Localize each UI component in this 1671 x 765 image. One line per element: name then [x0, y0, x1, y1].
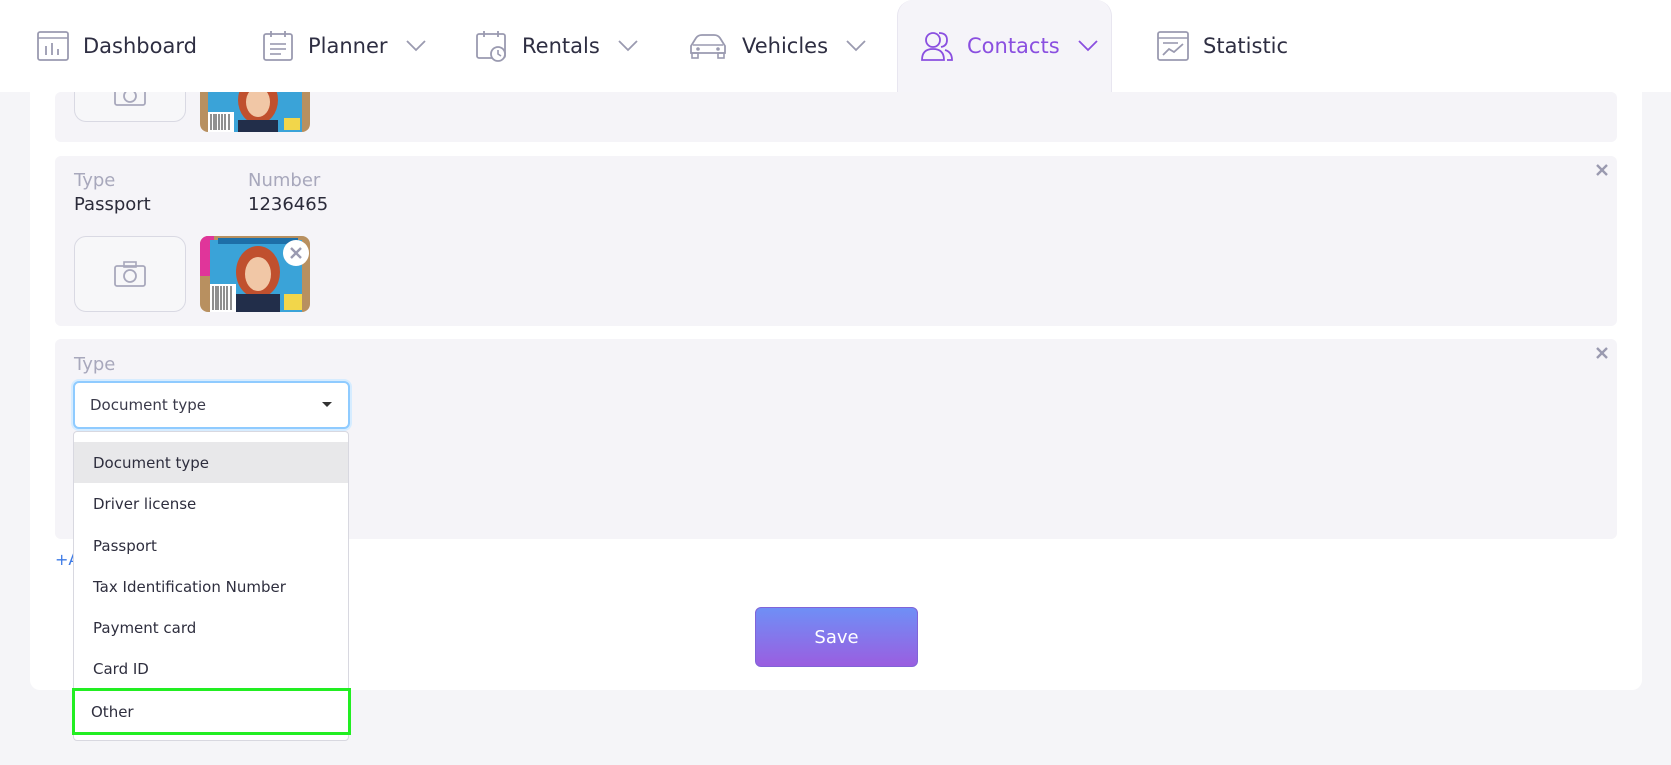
number-value: 1236465 — [248, 194, 329, 215]
nav-rentals[interactable]: Rentals — [475, 0, 638, 92]
option-payment-card[interactable]: Payment card — [74, 607, 348, 648]
caret-down-icon — [322, 402, 332, 407]
close-icon[interactable] — [1595, 346, 1609, 360]
close-icon[interactable] — [1595, 163, 1609, 177]
option-tax-identification-number[interactable]: Tax Identification Number — [74, 566, 348, 607]
nav-label: Planner — [308, 34, 388, 58]
nav-dashboard[interactable]: Dashboard — [36, 0, 197, 92]
document-type-dropdown: Document type Driver license Passport Ta… — [72, 431, 351, 741]
chevron-down-icon[interactable] — [405, 40, 426, 52]
chevron-down-icon[interactable] — [1078, 40, 1098, 52]
document-block-passport: Type Passport Number 1236465 — [55, 156, 1617, 326]
nav-label: Rentals — [522, 34, 600, 58]
option-card-id[interactable]: Card ID — [74, 648, 348, 689]
nav-label: Contacts — [967, 34, 1060, 58]
top-navigation: Dashboard Planner Rentals Vehicles Conta… — [0, 0, 1671, 92]
select-value: Document type — [90, 396, 206, 414]
nav-label: Statistic — [1203, 34, 1289, 58]
nav-planner[interactable]: Planner — [261, 0, 426, 92]
type-label: Type — [74, 170, 116, 191]
document-block — [55, 66, 1617, 142]
vehicles-icon — [690, 34, 726, 59]
type-label: Type — [74, 354, 116, 375]
dashboard-icon — [37, 31, 69, 61]
planner-icon — [263, 31, 293, 61]
nav-contacts[interactable]: Contacts — [897, 0, 1112, 92]
nav-label: Dashboard — [83, 34, 197, 58]
chevron-down-icon[interactable] — [618, 40, 638, 52]
save-button[interactable]: Save — [755, 607, 918, 667]
nav-vehicles[interactable]: Vehicles — [687, 0, 866, 92]
type-value: Passport — [74, 194, 151, 215]
option-document-type[interactable]: Document type — [74, 442, 348, 483]
chevron-down-icon[interactable] — [846, 40, 866, 52]
option-driver-license[interactable]: Driver license — [74, 483, 348, 524]
option-other[interactable]: Other — [72, 688, 351, 735]
option-passport[interactable]: Passport — [74, 525, 348, 566]
contacts-icon — [921, 32, 953, 61]
rentals-icon — [476, 31, 506, 62]
nav-statistic[interactable]: Statistic — [1156, 0, 1288, 92]
document-type-select[interactable]: Document type — [73, 381, 350, 429]
number-label: Number — [248, 170, 321, 191]
camera-icon — [114, 261, 146, 287]
remove-image-button[interactable] — [283, 240, 309, 266]
close-icon — [290, 247, 302, 259]
nav-label: Vehicles — [742, 34, 829, 58]
statistic-icon — [1157, 31, 1189, 61]
add-photo-button[interactable] — [74, 236, 186, 312]
